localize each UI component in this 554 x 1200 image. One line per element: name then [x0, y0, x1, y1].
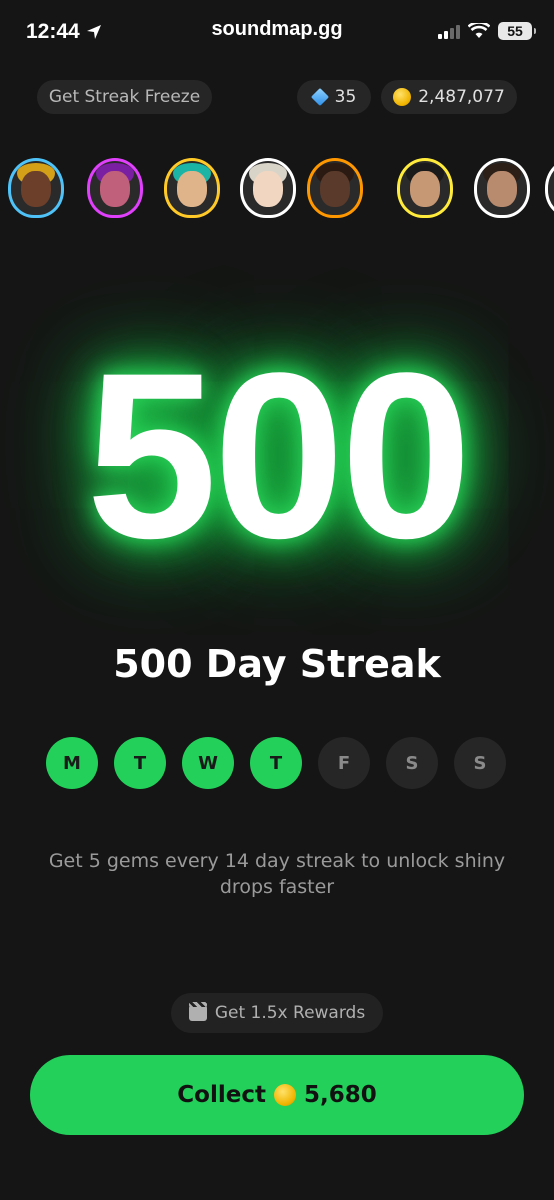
day-4-f: F — [318, 737, 370, 789]
streak-freeze-label: Get Streak Freeze — [48, 87, 201, 107]
avatar-artist-7[interactable] — [474, 158, 530, 218]
day-1-t: T — [114, 737, 166, 789]
avatar-artist-5[interactable] — [307, 158, 363, 218]
avatar-artist-1[interactable] — [8, 158, 64, 218]
collect-button[interactable]: Collect 5,680 — [30, 1055, 524, 1135]
battery-icon: 55 — [498, 22, 536, 40]
avatar-face — [100, 171, 130, 207]
avatar-face — [410, 171, 440, 207]
streak-description: Get 5 gems every 14 day streak to unlock… — [48, 850, 506, 898]
wifi-icon — [468, 23, 490, 38]
gem-icon — [310, 87, 329, 107]
coin-icon — [393, 88, 412, 106]
day-3-t: T — [250, 737, 302, 789]
status-bar: 12:44 soundmap.gg 55 — [0, 0, 554, 64]
coin-count: 2,487,077 — [418, 87, 505, 107]
avatar-face — [487, 171, 517, 207]
coin-balance[interactable]: 2,487,077 — [381, 80, 517, 114]
day-6-s: S — [454, 737, 506, 789]
battery-level: 55 — [507, 23, 523, 39]
rewards-label: Get 1.5x Rewards — [214, 1003, 366, 1023]
streak-screen: 12:44 soundmap.gg 55 Get Streak Freeze 3… — [0, 0, 554, 1200]
avatar-face — [177, 171, 207, 207]
status-icons: 55 — [438, 22, 536, 40]
avatar-artist-4[interactable] — [240, 158, 296, 218]
coin-icon — [273, 1084, 296, 1106]
avatar-artist-3[interactable] — [164, 158, 220, 218]
avatar-artist-6[interactable] — [397, 158, 453, 218]
avatar-face — [320, 171, 350, 207]
day-0-m: M — [46, 737, 98, 789]
artist-avatar-row[interactable] — [0, 158, 554, 224]
day-2-w: W — [182, 737, 234, 789]
gem-count: 35 — [334, 87, 357, 107]
video-clapper-icon — [188, 1002, 207, 1021]
collect-label: Collect — [177, 1082, 266, 1108]
day-5-s: S — [386, 737, 438, 789]
streak-number: 500 — [86, 324, 472, 588]
get-streak-freeze-button[interactable]: Get Streak Freeze — [37, 80, 212, 114]
avatar-face — [21, 171, 51, 207]
collect-amount: 5,680 — [303, 1082, 377, 1108]
cellular-signal-icon — [438, 23, 460, 39]
gem-balance[interactable]: 35 — [297, 80, 371, 114]
avatar-artist-2[interactable] — [87, 158, 143, 218]
get-rewards-button[interactable]: Get 1.5x Rewards — [171, 993, 383, 1033]
avatar-artist-8[interactable] — [545, 158, 554, 218]
avatar-face — [253, 171, 283, 207]
weekday-tracker: MTWTFSS — [46, 737, 506, 789]
streak-title: 500 Day Streak — [113, 642, 441, 686]
